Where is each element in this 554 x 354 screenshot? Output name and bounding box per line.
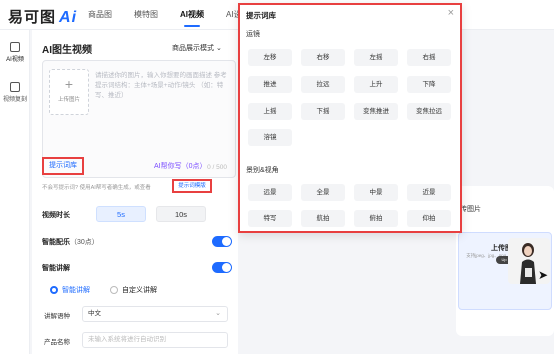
nav-model-image[interactable]: 模特图 [134, 9, 158, 20]
music-toggle[interactable] [212, 236, 232, 247]
video-settings-panel: AI图生视频 商品展示模式 ⌄ + 上传图片 请描述你的图片，输入你想要的画面描… [32, 30, 238, 354]
prompt-library-popup: 提示词库 × 运镜 左移 右移 左摇 右摇 推进 拉远 上升 下降 上摇 下摇 … [238, 3, 462, 233]
chip-shot-angle[interactable]: 特写 [248, 210, 292, 227]
preview-upload-label: 传图片 [460, 206, 481, 213]
music-cost: （30点） [70, 239, 99, 246]
video-doc-icon [10, 42, 20, 52]
mouse-cursor-icon: ➤ [538, 268, 549, 282]
chip-camera-move[interactable]: 左摇 [354, 49, 398, 66]
language-row: 讲解语种 中文 ⌄ [42, 306, 236, 324]
chip-camera-move[interactable]: 右移 [301, 49, 345, 66]
chevron-down-icon: ⌄ [215, 310, 221, 317]
prompt-template-link[interactable]: 提示词模版 [172, 179, 212, 193]
chip-camera-move[interactable]: 拉远 [301, 76, 345, 93]
radio-smart-label: 智能讲解 [62, 287, 90, 294]
product-name-input[interactable]: 未输入系统将进行自动识别 [82, 332, 228, 348]
chip-shot-angle[interactable]: 全景 [301, 184, 345, 201]
language-select[interactable]: 中文 ⌄ [82, 306, 228, 322]
logo-text: 易可图 [8, 9, 57, 26]
section-camera-movement: 运镜 [246, 31, 260, 38]
chip-camera-move[interactable]: 推进 [248, 76, 292, 93]
sidebar-item-ai-video[interactable]: AI视频 [0, 42, 30, 63]
prompt-input[interactable]: 请描述你的图片，输入你想要的画面描述 参考提示词结构：主体+场景+动作/镜头 （… [95, 71, 233, 101]
chip-camera-move[interactable]: 变焦推进 [354, 103, 398, 120]
narration-label: 智能讲解 [42, 265, 70, 272]
chip-camera-move[interactable]: 左移 [248, 49, 292, 66]
narration-toggle[interactable] [212, 262, 232, 273]
mode-select[interactable]: 商品展示模式 ⌄ [172, 43, 222, 53]
nav-product-image[interactable]: 商品图 [88, 9, 112, 20]
plus-icon: + [64, 76, 74, 92]
char-count: 0 / 500 [207, 164, 227, 171]
radio-custom-label: 自定义讲解 [122, 287, 157, 294]
app-logo[interactable]: 易可图 Ai [8, 6, 77, 27]
left-sidebar: AI视频 视频复刻 [0, 30, 30, 354]
sidebar-item-video-replicate[interactable]: 视频复刻 [0, 82, 30, 103]
product-label: 产品名称 [44, 339, 70, 346]
chip-camera-move[interactable]: 右摇 [407, 49, 451, 66]
duration-10s-button[interactable]: 10s [156, 206, 206, 222]
chip-shot-angle[interactable]: 远景 [248, 184, 292, 201]
prompt-library-link[interactable]: 提示词库 [42, 157, 84, 175]
chip-shot-angle[interactable]: 仰拍 [407, 210, 451, 227]
radio-smart-narration[interactable] [50, 286, 58, 294]
section-shot-angle: 景别&视角 [246, 167, 279, 174]
upload-label: 上传图片 [57, 97, 80, 103]
language-value: 中文 [88, 310, 101, 317]
chip-shot-angle[interactable]: 近景 [407, 184, 451, 201]
prompt-hint: 不会写提示词? 使用AI帮写者确生成，或查看 [42, 185, 151, 191]
upload-image-button[interactable]: + 上传图片 [49, 69, 89, 115]
chip-shot-angle[interactable]: 中景 [354, 184, 398, 201]
music-label: 智能配乐（30点） [42, 237, 99, 247]
nav-ai-video[interactable]: AI视频 [180, 9, 204, 27]
top-nav: 商品图 模特图 AI视频 AI设 [88, 9, 242, 27]
duration-5s-button[interactable]: 5s [96, 206, 146, 222]
sidebar-item-label: AI视频 [6, 57, 24, 63]
close-icon[interactable]: × [448, 7, 454, 19]
product-row: 产品名称 未输入系统将进行自动识别 [42, 332, 236, 350]
chip-camera-move[interactable]: 溶镜 [248, 129, 292, 146]
logo-ai-mark: Ai [59, 9, 78, 26]
narration-mode-group: 智能讲解 自定义讲解 [42, 282, 236, 300]
chip-shot-angle[interactable]: 俯拍 [354, 210, 398, 227]
music-label-text: 智能配乐 [42, 239, 70, 246]
language-label: 讲解语种 [44, 313, 70, 320]
radio-custom-narration[interactable] [110, 286, 118, 294]
sidebar-item-label: 视频复刻 [2, 97, 27, 103]
chip-camera-move[interactable]: 变焦拉远 [407, 103, 451, 120]
chip-camera-move[interactable]: 下摇 [301, 103, 345, 120]
chip-shot-angle[interactable]: 航拍 [301, 210, 345, 227]
chip-camera-move[interactable]: 下降 [407, 76, 451, 93]
duration-label: 视频时长 [42, 212, 70, 219]
panel-title: AI图生视频 [42, 45, 92, 56]
ai-write-button[interactable]: AI帮你写（0点） [154, 161, 207, 171]
popup-title: 提示词库 [246, 11, 276, 20]
chip-camera-move[interactable]: 上摇 [248, 103, 292, 120]
chip-camera-move[interactable]: 上升 [354, 76, 398, 93]
video-copy-icon [10, 82, 20, 92]
